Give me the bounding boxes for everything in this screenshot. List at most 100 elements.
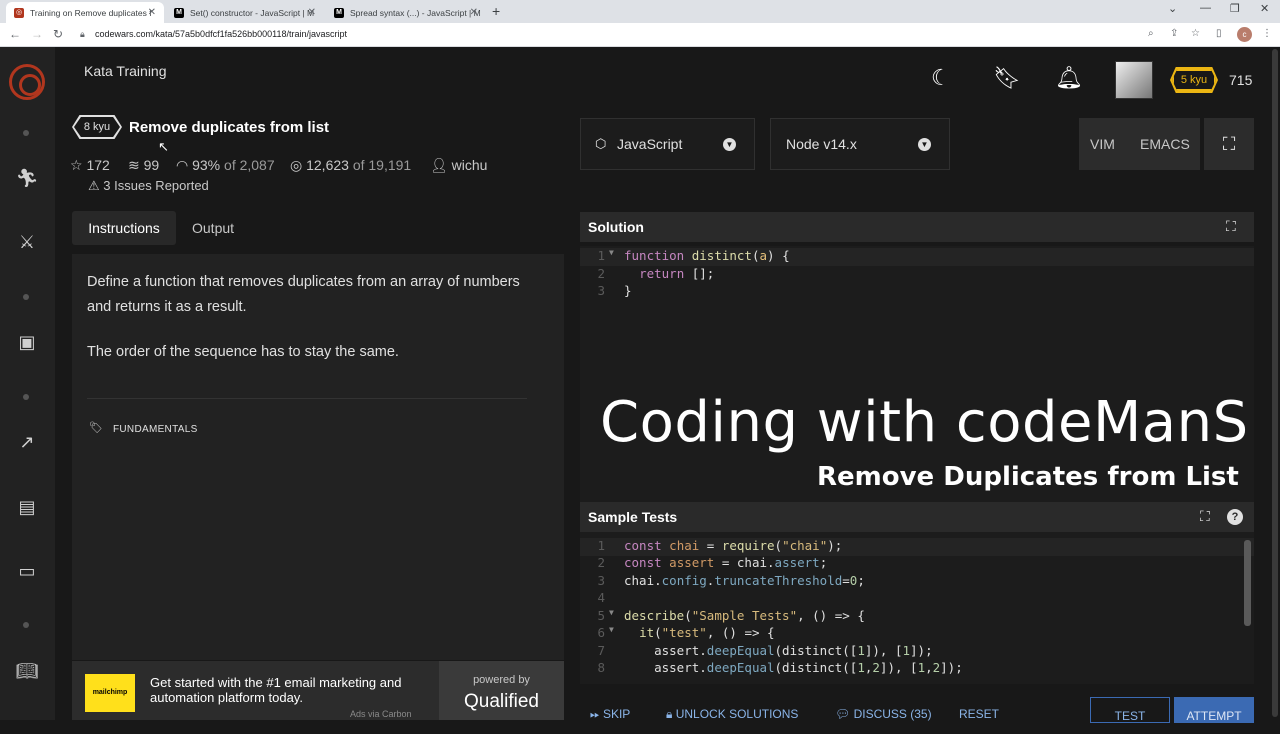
satisfaction-stat: ◠ 93% of 2,087 [176, 157, 275, 174]
completed-value: 12,623 [306, 157, 349, 173]
sidebar: 🏃︎ ⚔ ▣ ↗ ▤ ▭ 📖︎ [0, 47, 55, 720]
menu-dots-icon[interactable]: ⋮ [1262, 28, 1272, 39]
training-icon[interactable]: ⚔ [14, 229, 40, 255]
notifications-bell-icon[interactable]: 🔔︎ [1055, 65, 1083, 91]
bookmarks-icon[interactable]: 🔖︎ [993, 65, 1021, 91]
tag-icon: 🏷︎ [89, 422, 103, 434]
dark-mode-moon-icon[interactable]: ☾ [931, 65, 951, 91]
reload-icon[interactable]: ↻ [53, 27, 63, 41]
tab-search-icon[interactable]: ⌄ [1168, 2, 1177, 15]
target-icon: ◎ [290, 157, 307, 173]
page-header-title: Kata Training [84, 63, 167, 79]
sidebar-divider [23, 394, 29, 400]
chevron-down-icon: ▼ [918, 138, 931, 151]
test-button[interactable]: TEST [1090, 697, 1170, 723]
side-panel-icon[interactable]: ▯ [1216, 28, 1222, 39]
discuss-label: DISCUSS (35) [853, 707, 932, 721]
restore-icon[interactable]: ❐ [1230, 2, 1240, 15]
sample-tests-editor[interactable]: 1 const chai = require("chai"); 2 const as… [580, 536, 1254, 684]
fullscreen-expand-icon[interactable]: ⛶ [1204, 118, 1254, 170]
skip-label: SKIP [602, 707, 631, 721]
solution-title: Solution [588, 219, 644, 235]
codewars-app: 🏃︎ ⚔ ▣ ↗ ▤ ▭ 📖︎ Kata Training ☾ 🔖︎ 🔔︎ 5 … [0, 47, 1280, 723]
back-icon[interactable]: ← [9, 27, 21, 41]
ad-via[interactable]: Ads via Carbon [350, 709, 412, 719]
line-number: 2 [597, 555, 605, 570]
discord-icon[interactable]: ▤ [14, 494, 40, 520]
code-line: 4 [580, 590, 1254, 608]
rank-badge: 5 kyu [1172, 69, 1216, 91]
ad-text[interactable]: Get started with the #1 email marketing … [150, 675, 435, 705]
tab-instructions[interactable]: Instructions [72, 211, 176, 245]
code-line: 1 ▼ function distinct(a) { [580, 248, 1254, 266]
minimize-icon[interactable]: — [1200, 2, 1211, 14]
collections-stat[interactable]: ≋ 99 [128, 157, 159, 174]
line-number: 6 [597, 625, 605, 640]
browser-tab-strip: ◎ Training on Remove duplicates f ✕ M Se… [0, 0, 1280, 23]
discuss-button[interactable]: 💬︎ DISCUSS (35) [835, 707, 932, 721]
fold-icon[interactable]: ▼ [609, 608, 614, 617]
expand-icon[interactable]: ⛶ [1226, 218, 1236, 235]
vim-mode-button[interactable]: VIM [1090, 136, 1115, 152]
tab-output[interactable]: Output [192, 211, 234, 245]
briefcase-icon[interactable]: ▣ [14, 329, 40, 355]
author-stat[interactable]: 👤︎ wichu [430, 157, 487, 174]
mailchimp-logo[interactable]: mailchimp [85, 674, 135, 712]
profile-avatar[interactable]: c [1237, 27, 1252, 42]
new-tab-button[interactable]: + [492, 3, 500, 19]
browser-tab-active[interactable]: ◎ Training on Remove duplicates f ✕ [6, 2, 164, 23]
completed-of: of 19,191 [352, 157, 412, 173]
carbon-ad[interactable]: mailchimp Get started with the #1 email … [72, 661, 564, 720]
close-tab-icon[interactable]: ✕ [470, 7, 478, 18]
sidebar-divider [23, 130, 29, 136]
share-icon[interactable]: ⇪ [1170, 28, 1178, 39]
stars-stat[interactable]: ☆ 172 [70, 157, 110, 174]
editor-scrollbar[interactable] [1244, 540, 1251, 626]
browser-tab[interactable]: M Set() constructor - JavaScript | M ✕ [166, 2, 324, 23]
satisfaction-of: of 2,087 [224, 157, 275, 173]
page-scrollbar[interactable] [1268, 47, 1280, 720]
close-tab-icon[interactable]: ✕ [308, 7, 316, 18]
fold-icon[interactable]: ▼ [609, 625, 614, 634]
trending-icon[interactable]: ↗ [14, 429, 40, 455]
line-number: 8 [597, 660, 605, 675]
user-avatar[interactable] [1115, 61, 1153, 99]
version-select[interactable]: Node v14.x ▼ [770, 118, 950, 170]
language-value: JavaScript [617, 136, 683, 152]
action-bar: ⏩︎ SKIP 🔒︎ UNLOCK SOLUTIONS 💬︎ DISCUSS (… [580, 695, 1254, 723]
expand-icon[interactable]: ⛶ [1200, 508, 1210, 525]
help-icon[interactable]: ? [1227, 509, 1243, 525]
page-scrollbar-thumb[interactable] [1272, 49, 1278, 717]
tag-fundamentals[interactable]: FUNDAMENTALS [113, 424, 198, 435]
language-select[interactable]: ⬡ JavaScript ▼ [580, 118, 755, 170]
mouse-cursor-icon: ↖ [158, 139, 169, 154]
forward-icon[interactable]: → [31, 27, 43, 41]
bookmark-star-icon[interactable]: ☆ [1191, 28, 1200, 39]
emacs-mode-button[interactable]: EMACS [1140, 136, 1190, 152]
kyu-badge: 8 kyu [74, 117, 120, 137]
close-window-icon[interactable]: ✕ [1260, 2, 1269, 15]
fold-icon[interactable]: ▼ [609, 248, 614, 257]
line-number: 3 [597, 283, 605, 298]
sidebar-divider [23, 622, 29, 628]
line-number: 4 [597, 590, 605, 605]
lock-icon: 🔒︎ [80, 29, 85, 39]
docs-book-icon[interactable]: 📖︎ [14, 658, 40, 684]
close-tab-icon[interactable]: ✕ [148, 7, 156, 18]
line-number: 1 [597, 248, 605, 263]
code-line: 7 assert.deepEqual(distinct([1]), [1]); [580, 643, 1254, 661]
zoom-icon[interactable]: ⌕ [1148, 28, 1154, 39]
issues-link[interactable]: ⚠ 3 Issues Reported [88, 178, 209, 194]
tab-title: Spread syntax (...) - JavaScript | M [350, 7, 481, 18]
kata-runner-icon[interactable]: 🏃︎ [14, 165, 40, 191]
chat-icon[interactable]: ▭ [14, 558, 40, 584]
solution-header: Solution ⛶ [580, 212, 1254, 242]
reset-button[interactable]: RESET [959, 707, 999, 721]
divider [87, 398, 527, 399]
honor-score: 715 [1229, 72, 1253, 88]
attempt-button[interactable]: ATTEMPT [1174, 697, 1254, 723]
url-field[interactable]: codewars.com/kata/57a5b0dfcf1fa526bb0001… [95, 29, 347, 39]
codewars-logo-icon[interactable] [9, 64, 45, 100]
browser-tab[interactable]: M Spread syntax (...) - JavaScript | M ✕ [326, 2, 486, 23]
qualified-banner[interactable]: powered by Qualified [439, 661, 564, 720]
